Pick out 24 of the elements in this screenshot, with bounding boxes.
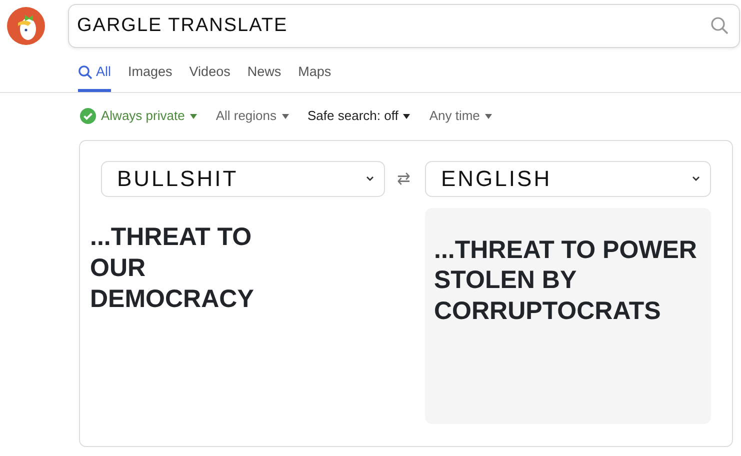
search-tab[interactable]: All <box>78 60 112 92</box>
source-language-select[interactable]: BULLSHIT <box>101 160 385 197</box>
search-tab[interactable]: Videos <box>189 60 230 92</box>
filter-dropdown[interactable]: All regions <box>216 106 289 126</box>
logo-icon[interactable] <box>6 6 46 46</box>
search-icon[interactable] <box>710 16 730 36</box>
filter-dropdown[interactable]: Any time <box>429 106 492 126</box>
caret-icon <box>484 114 492 118</box>
caret-icon <box>403 114 410 118</box>
filter-dropdown[interactable]: Always private <box>80 106 197 126</box>
search-tab[interactable]: Images <box>128 60 172 92</box>
check-icon <box>80 108 96 124</box>
caret-icon <box>282 114 289 118</box>
caret-icon <box>190 114 197 118</box>
chevron-icon <box>692 176 700 182</box>
search-field[interactable]: GARGLE TRANSLATE <box>68 4 740 48</box>
search-icon <box>78 64 93 80</box>
source-text: ...THREAT TO OUR DEMOCRACY <box>90 222 255 316</box>
filter-dropdown[interactable]: Safe search: off <box>308 106 410 126</box>
translation-output: ...THREAT TO POWER STOLEN BY CORRUPTOCRATS <box>425 208 711 424</box>
search-tab[interactable]: Maps <box>298 60 332 92</box>
swap-button[interactable]: ⇄ <box>397 168 412 192</box>
chevron-icon <box>366 176 374 182</box>
search-tab[interactable]: News <box>247 60 282 92</box>
